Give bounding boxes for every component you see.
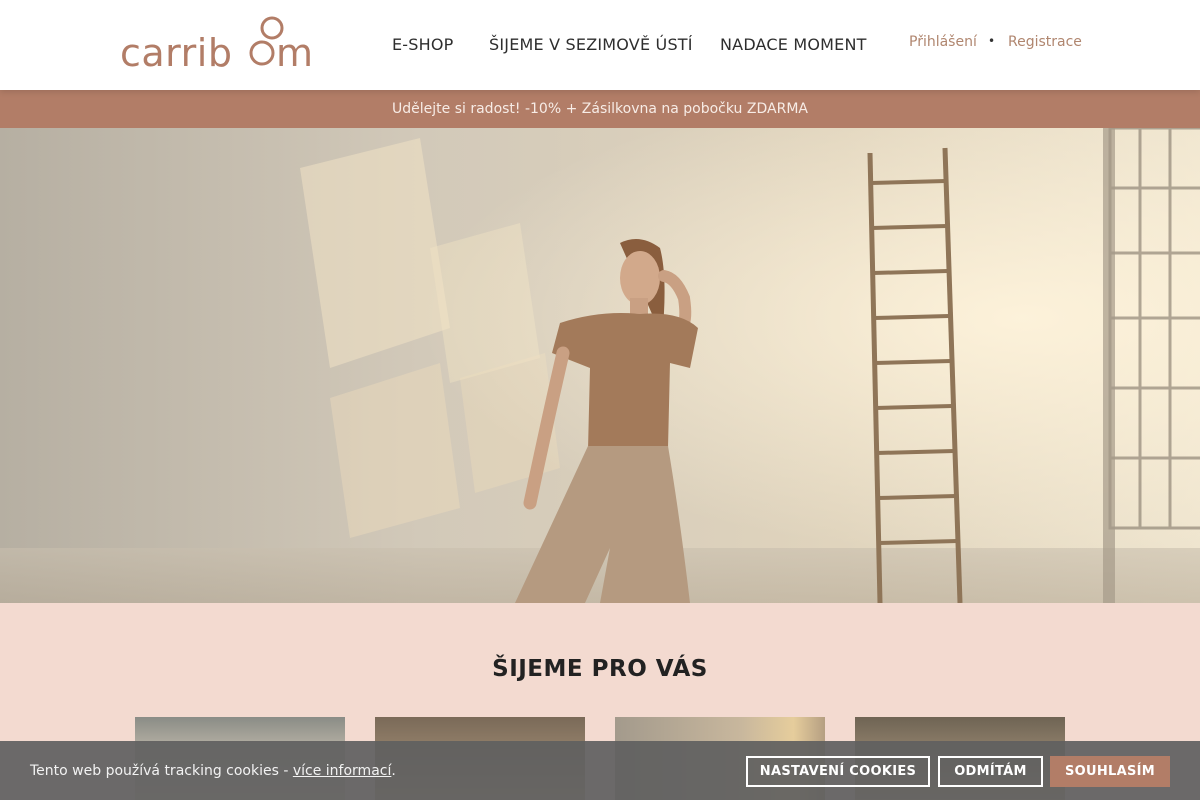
cookie-accept-button[interactable]: SOUHLASÍM [1050, 756, 1170, 787]
register-link[interactable]: Registrace [1008, 34, 1082, 50]
login-link[interactable]: Přihlášení [909, 34, 977, 50]
cookie-settings-button[interactable]: NASTAVENÍ COOKIES [746, 756, 930, 787]
cookie-text: Tento web používá tracking cookies - víc… [30, 763, 396, 779]
nav-sijeme-v-sezimove-usti[interactable]: ŠIJEME V SEZIMOVĚ ÚSTÍ [489, 35, 693, 54]
more-info-link[interactable]: více informací [293, 763, 392, 779]
svg-text:m: m [276, 31, 313, 70]
cookie-period: . [391, 763, 396, 779]
cookie-message: Tento web používá tracking cookies - [30, 763, 293, 779]
cookie-bar: Tento web používá tracking cookies - víc… [0, 741, 1200, 800]
cookie-decline-button[interactable]: ODMÍTÁM [938, 756, 1043, 787]
nav-nadace-moment[interactable]: NADACE MOMENT [720, 35, 867, 54]
section-title: ŠIJEME PRO VÁS [492, 656, 708, 682]
nav-eshop[interactable]: E-SHOP [392, 35, 454, 54]
carriboom-logo: carrib m [120, 16, 313, 70]
auth-separator: • [988, 34, 996, 48]
site-header: carrib m E-SHOP ŠIJEME V SEZIMOVĚ ÚSTÍ N… [0, 0, 1200, 90]
promo-banner: Udělejte si radost! -10% + Zásilkovna na… [0, 90, 1200, 128]
svg-text:carrib: carrib [120, 31, 232, 70]
hero-image [0, 128, 1200, 603]
